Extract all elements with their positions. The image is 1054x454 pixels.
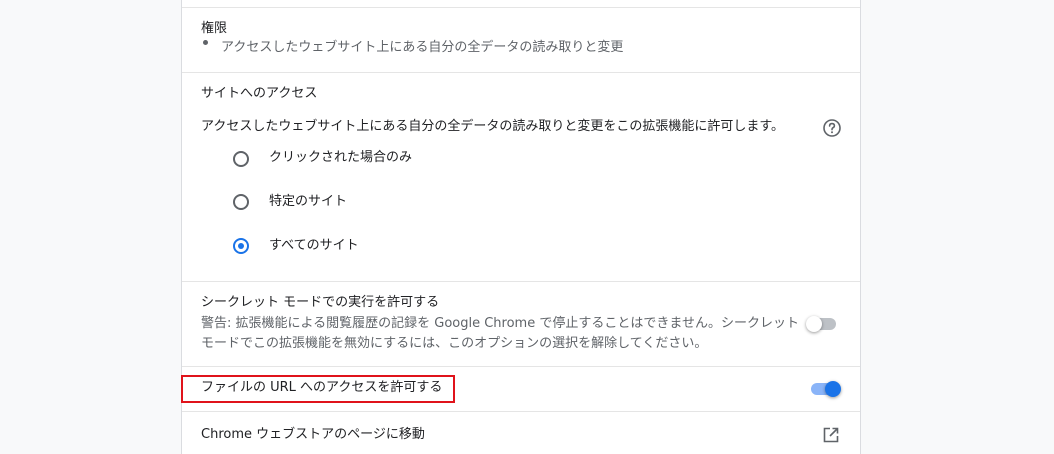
open-in-new-icon[interactable]: [822, 426, 840, 444]
toggle-knob: [825, 381, 841, 397]
radio-label: 特定のサイト: [269, 194, 348, 209]
site-access-description: アクセスしたウェブサイト上にある自分の全データの読み取りと変更をこの拡張機能に許…: [201, 119, 785, 134]
divider: [182, 411, 860, 412]
divider: [182, 281, 860, 282]
radio-button[interactable]: [233, 151, 249, 167]
divider: [182, 366, 860, 367]
highlight-annotation-box: [181, 375, 455, 403]
incognito-title: シークレット モードでの実行を許可する: [201, 295, 440, 310]
incognito-toggle[interactable]: [806, 314, 840, 334]
incognito-warning-line2: モードでこの拡張機能を無効にするには、このオプションの選択を解除してください。: [201, 336, 708, 351]
radio-label: すべてのサイト: [269, 238, 359, 253]
radio-label: クリックされた場合のみ: [269, 150, 413, 165]
toggle-knob: [806, 316, 822, 332]
bullet-icon: [203, 40, 208, 45]
file-url-access-toggle[interactable]: [809, 379, 843, 399]
divider: [182, 72, 860, 73]
divider: [182, 7, 860, 8]
permissions-heading: 権限: [201, 21, 228, 36]
site-access-heading: サイトへのアクセス: [201, 86, 318, 101]
radio-button[interactable]: [233, 194, 249, 210]
permission-item: アクセスしたウェブサイト上にある自分の全データの読み取りと変更: [221, 40, 624, 55]
help-circle-icon[interactable]: [822, 118, 842, 138]
incognito-warning-line1: 警告: 拡張機能による閲覧履歴の記録を Google Chrome で停止するこ…: [201, 316, 799, 331]
radio-button-selected[interactable]: [233, 238, 249, 254]
webstore-link-label: Chrome ウェブストアのページに移動: [201, 427, 425, 442]
